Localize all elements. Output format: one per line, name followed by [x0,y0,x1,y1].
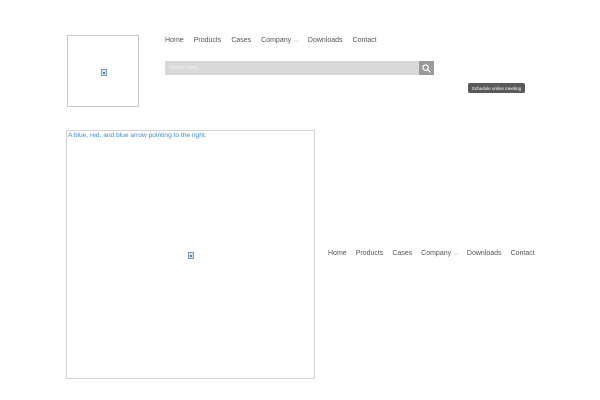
nav-item-home[interactable]: Home [165,37,184,44]
nav-item-company-label: Company [421,250,452,257]
nav-item-contact[interactable]: Contact [353,37,377,44]
schedule-meeting-button[interactable]: Schedule online meeting [468,83,525,93]
nav-item-cases[interactable]: Cases [231,37,251,44]
search-icon [422,63,431,73]
nav-item-company[interactable]: Company ⌵ [261,37,298,44]
nav-item-contact[interactable]: Contact [511,250,535,257]
nav-item-company-label: Company [261,37,292,44]
broken-image-icon [101,69,107,76]
broken-image-icon [188,252,194,259]
hero-image: A blue, red, and blue arrow pointing to … [66,130,315,379]
main-nav: Home Products Cases Company ⌵ Downloads C… [165,37,387,44]
search-bar [165,61,434,75]
site-logo[interactable] [67,35,139,107]
search-button[interactable] [419,61,434,75]
search-input[interactable] [165,61,420,75]
nav-item-downloads[interactable]: Downloads [467,250,502,257]
chevron-down-icon: ⌵ [294,38,298,44]
chevron-down-icon: ⌵ [454,251,458,257]
nav-item-company[interactable]: Company ⌵ [421,250,458,257]
hero-image-alt-text: A blue, red, and blue arrow pointing to … [68,132,207,139]
secondary-nav: Home Products Cases Company ⌵ Downloads C… [328,250,544,257]
nav-item-home[interactable]: Home [328,250,347,257]
nav-item-cases[interactable]: Cases [392,250,412,257]
nav-item-downloads[interactable]: Downloads [308,37,343,44]
nav-item-products[interactable]: Products [356,250,384,257]
nav-item-products[interactable]: Products [194,37,222,44]
